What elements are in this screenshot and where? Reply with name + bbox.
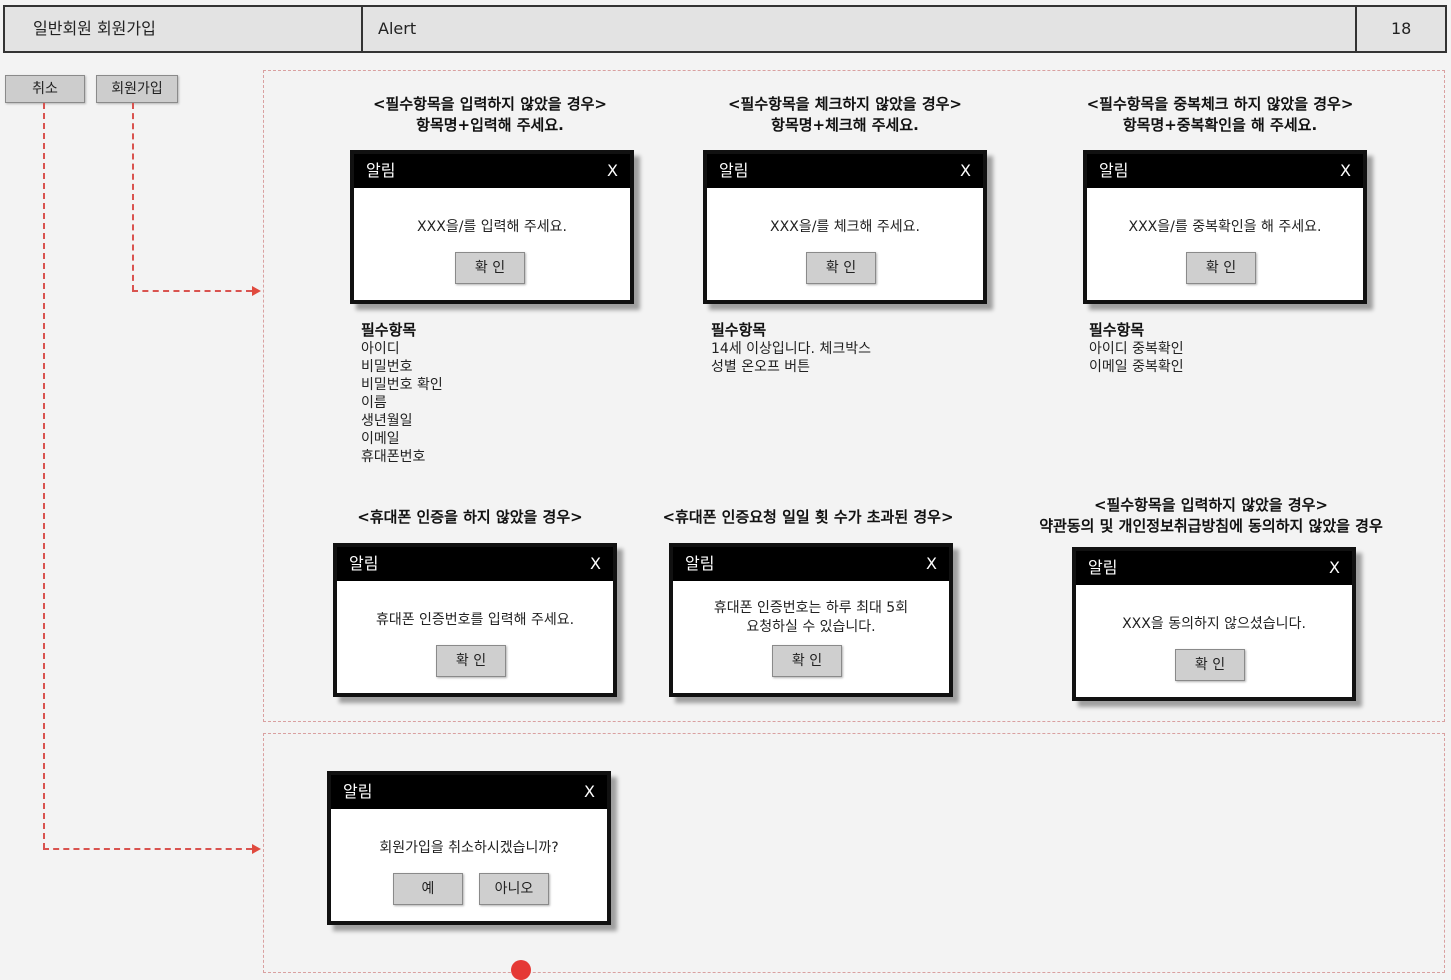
list-item: 비밀번호 확인 [361, 377, 443, 393]
page-number: 18 [1391, 19, 1412, 38]
list-item: 이메일 [361, 431, 400, 447]
required-list: 필수항목 아이디 중복확인 이메일 중복확인 [1089, 320, 1184, 376]
alert-dialog: 알림 X 휴대폰 인증번호를 입력해 주세요. 확 인 [333, 543, 617, 697]
connector-line [132, 103, 134, 291]
signup-button[interactable]: 회원가입 [96, 75, 178, 103]
confirm-button[interactable]: 확 인 [436, 645, 506, 677]
cancel-button[interactable]: 취소 [5, 75, 85, 103]
caption-line: 항목명+중복확인을 해 주세요. [1122, 116, 1318, 134]
no-button[interactable]: 아니오 [479, 873, 549, 905]
confirm-button[interactable]: 확 인 [455, 252, 525, 284]
alert-caption: <필수항목을 중복체크 하지 않았을 경우> 항목명+중복확인을 해 주세요. [1050, 94, 1390, 136]
dialog-message: XXX을/를 중복확인을 해 주세요. [1128, 219, 1322, 235]
alert-caption: <필수항목을 체크하지 않았을 경우> 항목명+체크해 주세요. [685, 94, 1005, 136]
list-item: 비밀번호 [361, 359, 413, 375]
close-icon[interactable]: X [1340, 154, 1351, 188]
caption-line: <휴대폰 인증을 하지 않았을 경우> [357, 508, 583, 526]
connector-line [132, 290, 252, 292]
confirm-button[interactable]: 확 인 [1175, 649, 1245, 681]
list-item: 아이디 [361, 341, 400, 357]
cursor-indicator [511, 960, 531, 980]
confirm-button[interactable]: 확 인 [772, 645, 842, 677]
header-divider [361, 7, 363, 51]
dialog-title-bar: 알림 X [354, 154, 630, 188]
caption-line: <휴대폰 인증요청 일일 횟 수가 초과된 경우> [662, 508, 954, 526]
dialog-message: 휴대폰 인증번호를 입력해 주세요. [375, 612, 575, 628]
alert-caption: <휴대폰 인증을 하지 않았을 경우> [320, 507, 620, 528]
connector-line [43, 848, 252, 850]
dialog-title: 알림 [366, 161, 396, 180]
alert-caption: <필수항목을 입력하지 않았을 경우> 항목명+입력해 주세요. [330, 94, 650, 136]
close-icon[interactable]: X [607, 154, 618, 188]
list-title: 필수항목 [711, 321, 767, 339]
dialog-title: 알림 [343, 782, 373, 801]
close-icon[interactable]: X [1329, 551, 1340, 585]
dialog-title-bar: 알림 X [1076, 551, 1352, 585]
alert-dialog: 알림 X XXX을/를 중복확인을 해 주세요. 확 인 [1083, 150, 1367, 304]
dialog-title-bar: 알림 X [331, 775, 607, 809]
caption-line: <필수항목을 중복체크 하지 않았을 경우> [1086, 95, 1354, 113]
caption-line: <필수항목을 체크하지 않았을 경우> [727, 95, 962, 113]
dialog-message: 휴대폰 인증번호는 하루 최대 5회 요청하실 수 있습니다. [673, 599, 949, 637]
alert-dialog: 알림 X XXX을/를 입력해 주세요. 확 인 [350, 150, 634, 304]
list-title: 필수항목 [1089, 321, 1145, 339]
dialog-title: 알림 [349, 554, 379, 573]
close-icon[interactable]: X [960, 154, 971, 188]
page-title: 일반회원 회원가입 [33, 19, 156, 38]
connector-line [43, 103, 45, 849]
close-icon[interactable]: X [584, 775, 595, 809]
close-icon[interactable]: X [926, 547, 937, 581]
caption-line: <필수항목을 입력하지 않았을 경우> [1093, 496, 1328, 514]
dialog-message: XXX을/를 입력해 주세요. [417, 219, 567, 235]
dialog-title-bar: 알림 X [337, 547, 613, 581]
dialog-title: 알림 [719, 161, 749, 180]
caption-line: 약관동의 및 개인정보취급방침에 동의하지 않았을 경우 [1039, 517, 1383, 535]
list-item: 아이디 중복확인 [1089, 341, 1184, 357]
alert-caption: <필수항목을 입력하지 않았을 경우> 약관동의 및 개인정보취급방침에 동의하… [996, 495, 1426, 537]
confirm-button[interactable]: 확 인 [806, 252, 876, 284]
dialog-title-bar: 알림 X [673, 547, 949, 581]
list-item: 생년월일 [361, 413, 413, 429]
list-item: 이름 [361, 395, 387, 411]
list-item: 휴대폰번호 [361, 449, 426, 465]
yes-button[interactable]: 예 [393, 873, 463, 905]
alert-dialog: 알림 X 휴대폰 인증번호는 하루 최대 5회 요청하실 수 있습니다. 확 인 [669, 543, 953, 697]
dialog-message: 회원가입을 취소하시겠습니까? [379, 840, 559, 856]
list-item: 성별 온오프 버튼 [711, 359, 811, 375]
required-list: 필수항목 14세 이상입니다. 체크박스 성별 온오프 버튼 [711, 320, 871, 376]
caption-line: <필수항목을 입력하지 않았을 경우> [372, 95, 607, 113]
section-label: Alert [378, 19, 417, 38]
list-title: 필수항목 [361, 321, 417, 339]
header-bar: 일반회원 회원가입 Alert 18 [3, 5, 1447, 53]
dialog-title-bar: 알림 X [1087, 154, 1363, 188]
dialog-message-line: 요청하실 수 있습니다. [746, 619, 876, 635]
list-item: 14세 이상입니다. 체크박스 [711, 341, 871, 357]
close-icon[interactable]: X [590, 547, 601, 581]
required-list: 필수항목 아이디 비밀번호 비밀번호 확인 이름 생년월일 이메일 휴대폰번호 [361, 320, 443, 466]
caption-line: 항목명+입력해 주세요. [416, 116, 564, 134]
dialog-message: XXX을/를 체크해 주세요. [770, 219, 920, 235]
arrow-right-icon [252, 286, 261, 296]
alert-dialog: 알림 X XXX을 동의하지 않으셨습니다. 확 인 [1072, 547, 1356, 701]
caption-line: 항목명+체크해 주세요. [771, 116, 919, 134]
dialog-message: XXX을 동의하지 않으셨습니다. [1122, 616, 1306, 632]
dialog-title: 알림 [1099, 161, 1129, 180]
alert-dialog: 알림 X XXX을/를 체크해 주세요. 확 인 [703, 150, 987, 304]
cancel-confirm-dialog: 알림 X 회원가입을 취소하시겠습니까? 예 아니오 [327, 771, 611, 925]
arrow-right-icon [252, 844, 261, 854]
dialog-title-bar: 알림 X [707, 154, 983, 188]
alert-caption: <휴대폰 인증요청 일일 횟 수가 초과된 경우> [628, 507, 988, 528]
dialog-message-line: 휴대폰 인증번호는 하루 최대 5회 [713, 600, 909, 616]
list-item: 이메일 중복확인 [1089, 359, 1184, 375]
dialog-title: 알림 [685, 554, 715, 573]
dialog-title: 알림 [1088, 558, 1118, 577]
confirm-button[interactable]: 확 인 [1186, 252, 1256, 284]
header-divider [1355, 7, 1357, 51]
